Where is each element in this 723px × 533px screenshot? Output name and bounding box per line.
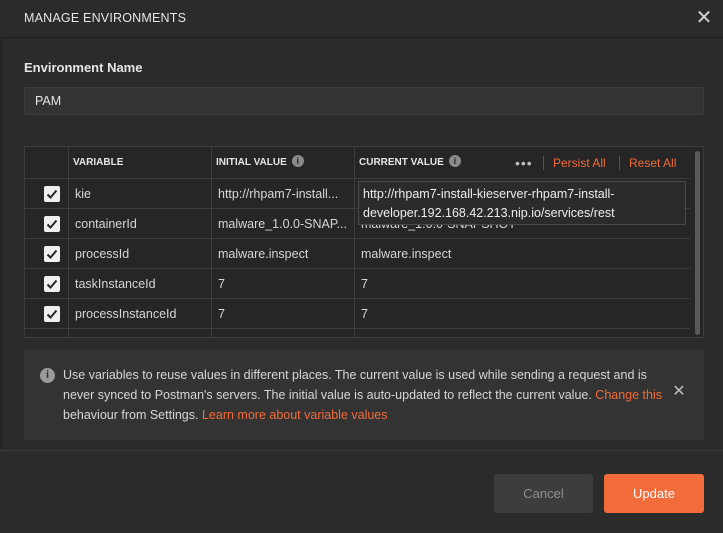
row-checkbox-cell bbox=[25, 329, 69, 337]
table-row: taskInstanceId 7 7 bbox=[25, 269, 690, 299]
info-text-part-1: Use variables to reuse values in differe… bbox=[63, 368, 647, 402]
background-edge bbox=[0, 38, 3, 450]
row-checkbox[interactable] bbox=[44, 306, 60, 322]
close-icon[interactable]: ✕ bbox=[672, 384, 686, 400]
variable-name-cell[interactable]: taskInstanceId bbox=[69, 269, 212, 299]
learn-more-link[interactable]: Learn more about variable values bbox=[202, 408, 388, 422]
environment-name-label: Environment Name bbox=[24, 60, 143, 75]
table-header: VARIABLE INITIAL VALUE i CURRENT VALUE i •… bbox=[25, 147, 690, 179]
header-variable-label: VARIABLE bbox=[73, 157, 124, 168]
variable-name-cell[interactable]: processId bbox=[69, 239, 212, 269]
more-options-icon[interactable]: ••• bbox=[515, 147, 533, 179]
close-icon[interactable]: ✕ bbox=[694, 8, 714, 28]
dialog-title: MANAGE ENVIRONMENTS bbox=[24, 11, 187, 25]
initial-value-cell[interactable]: http://rhpam7-install... bbox=[212, 179, 355, 209]
update-button[interactable]: Update bbox=[604, 474, 704, 513]
persist-all-button[interactable]: Persist All bbox=[553, 147, 606, 179]
row-checkbox-cell bbox=[25, 179, 69, 209]
info-icon: i bbox=[40, 368, 55, 383]
current-value-editor[interactable]: http://rhpam7-install-kieserver-rhpam7-i… bbox=[358, 181, 686, 225]
variable-name-cell[interactable]: containerId bbox=[69, 209, 212, 239]
header-initial-value-label: INITIAL VALUE bbox=[216, 157, 287, 168]
header-divider bbox=[619, 156, 620, 170]
dialog-titlebar: MANAGE ENVIRONMENTS ✕ bbox=[0, 0, 723, 38]
row-checkbox[interactable] bbox=[44, 186, 60, 202]
current-value-cell[interactable]: malware.inspect bbox=[355, 239, 690, 269]
table-row: processId malware.inspect malware.inspec… bbox=[25, 239, 690, 269]
table-scrollbar-thumb[interactable] bbox=[695, 151, 700, 335]
header-variable: VARIABLE bbox=[69, 147, 212, 179]
checkmark-icon bbox=[46, 309, 58, 319]
initial-value-cell[interactable]: malware_1.0.0-SNAP... bbox=[212, 209, 355, 239]
row-checkbox[interactable] bbox=[44, 276, 60, 292]
header-divider bbox=[543, 156, 544, 170]
current-value-cell[interactable]: 7 bbox=[355, 299, 690, 329]
header-initial-value: INITIAL VALUE i bbox=[212, 147, 355, 179]
initial-value-cell[interactable] bbox=[212, 329, 355, 337]
cancel-button[interactable]: Cancel bbox=[494, 474, 593, 513]
variables-table: VARIABLE INITIAL VALUE i CURRENT VALUE i •… bbox=[24, 146, 704, 338]
row-checkbox-cell bbox=[25, 209, 69, 239]
current-value-cell[interactable]: 7 bbox=[355, 269, 690, 299]
table-row: processInstanceId 7 7 bbox=[25, 299, 690, 329]
environment-name-input[interactable] bbox=[24, 87, 704, 115]
info-banner: i Use variables to reuse values in diffe… bbox=[24, 350, 704, 440]
variable-name-cell[interactable]: processInstanceId bbox=[69, 299, 212, 329]
table-row-partial bbox=[25, 329, 690, 337]
change-settings-link[interactable]: Change this bbox=[595, 388, 662, 402]
initial-value-cell[interactable]: 7 bbox=[212, 299, 355, 329]
variable-name-cell[interactable] bbox=[69, 329, 212, 337]
initial-value-cell[interactable]: 7 bbox=[212, 269, 355, 299]
row-checkbox-cell bbox=[25, 299, 69, 329]
checkmark-icon bbox=[46, 279, 58, 289]
row-checkbox-cell bbox=[25, 269, 69, 299]
info-banner-text: Use variables to reuse values in differe… bbox=[63, 365, 663, 425]
variable-name-cell[interactable]: kie bbox=[69, 179, 212, 209]
header-current-value-label: CURRENT VALUE bbox=[359, 157, 444, 168]
info-text-part-2: behaviour from Settings. bbox=[63, 408, 202, 422]
checkmark-icon bbox=[46, 249, 58, 259]
manage-environments-dialog: MANAGE ENVIRONMENTS ✕ Environment Name V… bbox=[0, 0, 723, 533]
header-checkbox-col bbox=[25, 147, 69, 179]
initial-value-info-icon[interactable]: i bbox=[291, 155, 304, 168]
checkmark-icon bbox=[46, 219, 58, 229]
row-checkbox[interactable] bbox=[44, 246, 60, 262]
row-checkbox-cell bbox=[25, 239, 69, 269]
checkmark-icon bbox=[46, 189, 58, 199]
row-checkbox[interactable] bbox=[44, 216, 60, 232]
current-value-info-icon[interactable]: i bbox=[448, 155, 461, 168]
reset-all-button[interactable]: Reset All bbox=[629, 147, 676, 179]
initial-value-cell[interactable]: malware.inspect bbox=[212, 239, 355, 269]
dialog-footer: Cancel Update bbox=[0, 450, 723, 533]
